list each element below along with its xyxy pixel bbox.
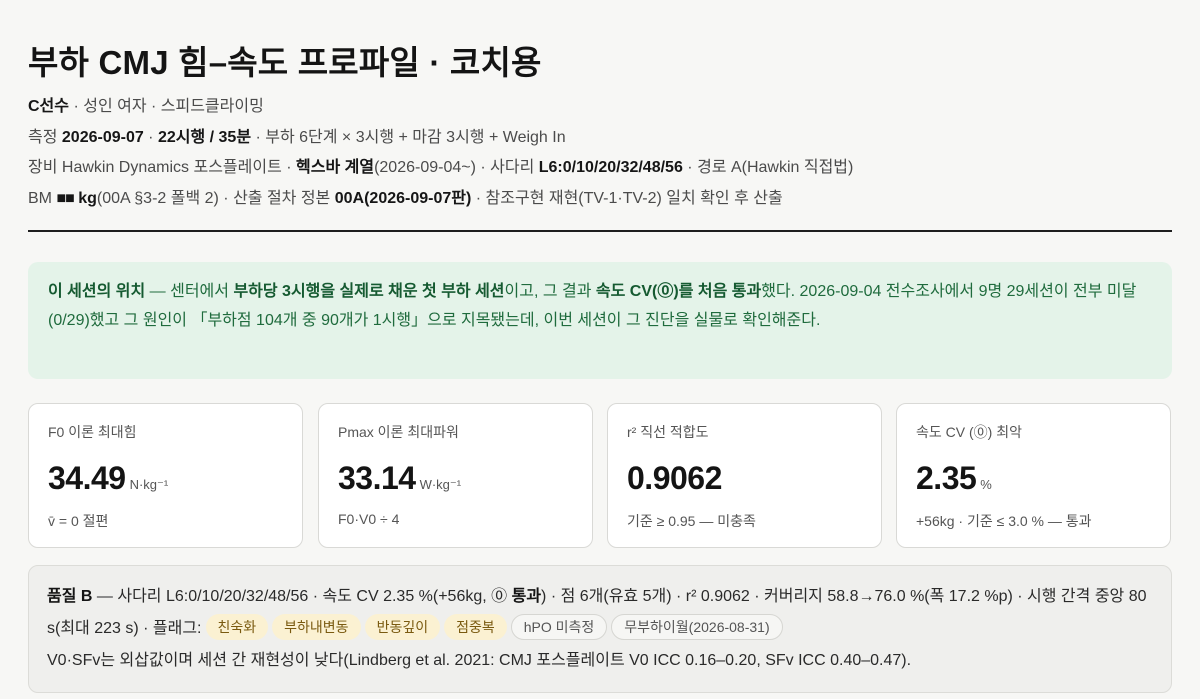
flag-badge: 반동깊이 [364, 614, 441, 640]
hexbar-date: (2026-09-04~) · 사다리 [374, 159, 539, 176]
procedure-note: · 참조구현 재현(TV-1·TV-2) 일치 확인 후 산출 [471, 189, 783, 207]
quality-grade: 품질 B [47, 588, 93, 605]
session-meta: C선수 · 성인 여자 · 스피드클라이밍 측정 2026-09-07 · 22… [28, 92, 853, 214]
metric-label: Pmax 이론 최대파워 [338, 424, 459, 440]
bm-mask: ■■ [56, 189, 74, 207]
metric-cards: F0 이론 최대힘 34.49 N·kg⁻¹ v̄ = 0 절편 Pmax 이론 … [28, 403, 1172, 548]
quality-footnote: V0·SFv는 외삽값이며 세션 간 재현성이 낮다(Lindberg et a… [47, 652, 912, 669]
bm-label: BM [28, 189, 57, 207]
metric-note: v̄ = 0 절편 [48, 513, 109, 529]
flag-badge: 부하내변동 [272, 614, 361, 640]
metric-value-row: 33.14 W·kg⁻¹ [338, 460, 573, 497]
callout-text: 이고, 그 결과 [504, 283, 596, 300]
quality-text: — 사다리 L6:0/10/20/32/48/56 · 속도 CV 2.35 %… [92, 588, 512, 605]
metric-card-velocity-cv: 속도 CV (⓪) 최악 2.35% +56kg · 기준 ≤ 3.0 % — … [896, 403, 1171, 548]
metric-unit: W·kg⁻¹ [419, 477, 462, 492]
page-title: 부하 CMJ 힘–속도 프로파일 · 코치용 [28, 44, 542, 81]
protocol-desc: · 부하 6단계 × 3시행 + 마감 3시행 + Weigh In [251, 128, 566, 146]
athlete-desc: · 성인 여자 · 스피드클라이밍 [69, 98, 264, 115]
bm-unit: kg [73, 189, 97, 207]
metric-value-row: 0.9062 [627, 460, 862, 497]
metric-value: 2.35 [916, 460, 977, 496]
ladder-value: L6:0/10/20/32/48/56 [538, 159, 683, 176]
bm-line: BM ■■ kg(00A §3-2 폴백 2) · 산출 절차 정본 00A(2… [28, 184, 853, 215]
callout-highlight: 부하당 3시행을 실제로 채운 첫 부하 세션 [233, 283, 505, 300]
flag-badge: 무부하이월(2026-08-31) [611, 614, 783, 640]
flag-badge: 친숙화 [205, 614, 269, 640]
flag-badge: 점중복 [444, 614, 507, 640]
callout-text: — 센터에서 [145, 283, 234, 300]
metric-value: 34.49 [48, 460, 126, 496]
metric-label: F0 이론 최대힘 [48, 424, 137, 440]
metric-value: 0.9062 [627, 460, 722, 496]
metric-unit: N·kg⁻¹ [129, 477, 169, 492]
pass-label: 통과 [511, 588, 542, 605]
metric-card-pmax: Pmax 이론 최대파워 33.14 W·kg⁻¹ F0·V0 ÷ 4 [318, 403, 593, 548]
equipment-label: 장비 Hawkin Dynamics 포스플레이트 · [28, 159, 297, 176]
bm-value: ■■ kg [56, 190, 96, 207]
bm-source: (00A §3-2 폴백 2) · 산출 절차 정본 [96, 189, 335, 207]
procedure-version: 00A(2026-09-07판) [334, 189, 472, 207]
trial-count: 22시행 / 35분 [157, 128, 252, 146]
flag-badge: hPO 미측정 [510, 614, 608, 640]
metric-unit: % [980, 477, 992, 492]
metric-note: +56kg · 기준 ≤ 3.0 % — 통과 [916, 513, 1092, 529]
metric-value-row: 34.49 N·kg⁻¹ [48, 460, 283, 497]
metric-card-r2: r² 직선 적합도 0.9062 기준 ≥ 0.95 — 미충족 [607, 403, 882, 548]
metric-value-row: 2.35% [916, 460, 1151, 497]
metric-note: F0·V0 ÷ 4 [338, 511, 400, 527]
athlete-name: C선수 [28, 98, 69, 115]
quality-panel: 품질 B — 사다리 L6:0/10/20/32/48/56 · 속도 CV 2… [28, 565, 1172, 693]
separator: · [143, 128, 158, 146]
equipment-line: 장비 Hawkin Dynamics 포스플레이트 · 헥스바 계열(2026-… [28, 153, 853, 184]
session-position-callout: 이 세션의 위치 — 센터에서 부하당 3시행을 실제로 채운 첫 부하 세션이… [28, 262, 1172, 379]
metric-card-f0: F0 이론 최대힘 34.49 N·kg⁻¹ v̄ = 0 절편 [28, 403, 303, 548]
hexbar-label: 헥스바 계열 [296, 159, 375, 176]
metric-value: 33.14 [338, 460, 416, 496]
callout-highlight: 속도 CV(⓪)를 처음 통과 [595, 283, 762, 300]
metric-label: r² 직선 적합도 [627, 424, 709, 440]
metric-label: 속도 CV (⓪) 최악 [916, 424, 1022, 440]
page: 부하 CMJ 힘–속도 프로파일 · 코치용 C선수 · 성인 여자 · 스피드… [0, 0, 1200, 699]
callout-lead: 이 세션의 위치 [48, 283, 146, 300]
metric-note: 기준 ≥ 0.95 — 미충족 [627, 513, 756, 529]
measure-line: 측정 2026-09-07 · 22시행 / 35분 · 부하 6단계 × 3시… [28, 123, 853, 154]
measure-label: 측정 [28, 128, 62, 146]
quality-summary: 품질 B — 사다리 L6:0/10/20/32/48/56 · 속도 CV 2… [47, 581, 1153, 645]
route-desc: · 경로 A(Hawkin 직접법) [682, 159, 854, 176]
athlete-line: C선수 · 성인 여자 · 스피드클라이밍 [28, 92, 853, 123]
measure-date: 2026-09-07 [61, 128, 144, 146]
header-divider [28, 230, 1172, 232]
